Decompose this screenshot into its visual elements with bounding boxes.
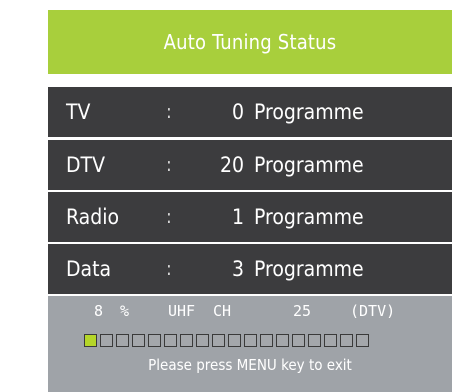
row-count: 0 bbox=[231, 100, 244, 124]
result-row-radio: Radio : 1 Programme bbox=[48, 192, 452, 242]
row-separator: : bbox=[166, 258, 172, 280]
row-unit: Programme bbox=[254, 100, 364, 124]
dialog-title: Auto Tuning Status bbox=[48, 10, 452, 74]
row-label: TV bbox=[66, 100, 91, 124]
progress-segment-empty bbox=[132, 334, 145, 347]
row-label: Data bbox=[66, 257, 112, 281]
progress-segment-empty bbox=[100, 334, 113, 347]
progress-segment-empty bbox=[308, 334, 321, 347]
channel-number: 25 bbox=[293, 302, 312, 320]
row-unit: Programme bbox=[254, 205, 364, 229]
row-separator: : bbox=[166, 101, 172, 123]
progress-segment-empty bbox=[356, 334, 369, 347]
scan-status-panel: 8 % UHF CH 25 (DTV) Please press MENU ke… bbox=[48, 296, 452, 392]
scan-progress-bar bbox=[84, 334, 369, 348]
auto-tuning-dialog: Auto Tuning Status TV : 0 Programme DTV … bbox=[48, 10, 452, 392]
scan-percent-sign: % bbox=[120, 302, 130, 320]
progress-segment-filled bbox=[84, 334, 97, 347]
progress-segment-empty bbox=[212, 334, 225, 347]
row-label: DTV bbox=[66, 153, 106, 177]
progress-segment-empty bbox=[116, 334, 129, 347]
row-separator: : bbox=[166, 154, 172, 176]
scan-percent-value: 8 bbox=[94, 302, 104, 320]
exit-hint: Please press MENU key to exit bbox=[148, 356, 352, 374]
scan-mode: (DTV) bbox=[350, 302, 396, 320]
result-row-dtv: DTV : 20 Programme bbox=[48, 140, 452, 190]
row-count: 3 bbox=[231, 257, 244, 281]
progress-segment-empty bbox=[276, 334, 289, 347]
row-count: 20 bbox=[219, 153, 244, 177]
row-label: Radio bbox=[66, 205, 120, 229]
progress-segment-empty bbox=[228, 334, 241, 347]
row-separator: : bbox=[166, 206, 172, 228]
row-count: 1 bbox=[231, 205, 244, 229]
progress-segment-empty bbox=[196, 334, 209, 347]
progress-segment-empty bbox=[148, 334, 161, 347]
result-row-data: Data : 3 Programme bbox=[48, 244, 452, 294]
progress-segment-empty bbox=[324, 334, 337, 347]
row-unit: Programme bbox=[254, 153, 364, 177]
row-unit: Programme bbox=[254, 257, 364, 281]
progress-segment-empty bbox=[260, 334, 273, 347]
result-row-tv: TV : 0 Programme bbox=[48, 87, 452, 137]
progress-segment-empty bbox=[244, 334, 257, 347]
channel-label: CH bbox=[213, 302, 232, 320]
progress-segment-empty bbox=[292, 334, 305, 347]
progress-segment-empty bbox=[164, 334, 177, 347]
progress-segment-empty bbox=[180, 334, 193, 347]
progress-segment-empty bbox=[340, 334, 353, 347]
scan-status-line: 8 % UHF CH 25 (DTV) bbox=[48, 302, 452, 324]
band-label: UHF bbox=[168, 302, 196, 320]
